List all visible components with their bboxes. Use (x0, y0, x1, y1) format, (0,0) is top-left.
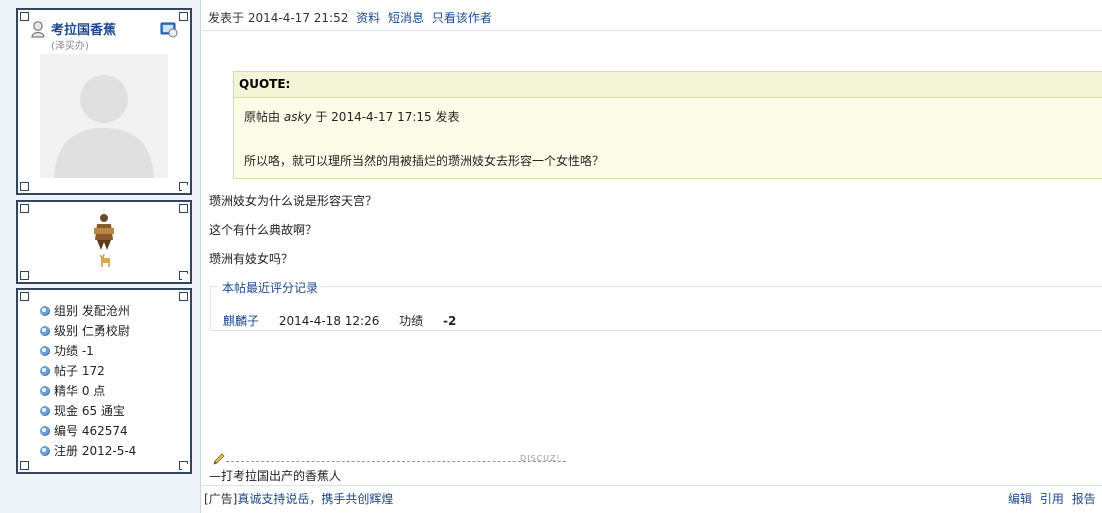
frame-corner (20, 182, 29, 191)
warrior-medal-icon (94, 214, 114, 250)
signature: —打考拉国出产的香蕉人 (209, 469, 342, 483)
discuz-mark: DISCUZ! (520, 454, 561, 463)
frame-corner (20, 461, 29, 470)
bullet-icon (40, 366, 50, 376)
bullet-icon (40, 386, 50, 396)
message-icon[interactable] (160, 20, 178, 38)
username-link[interactable]: 考拉国香蕉 (51, 19, 116, 38)
quote-origin: 原帖由 asky 于 2014-4-17 17:15 发表 (244, 110, 460, 124)
quote-link[interactable]: 引用 (1040, 492, 1064, 506)
bullet-icon (40, 426, 50, 436)
stat-digest: 精华 0 点 (40, 381, 105, 401)
signature-divider (226, 461, 566, 462)
post-meta: 发表于 2014-4-17 21:52 资料 短消息 只看该作者 (208, 9, 492, 26)
bullet-icon (40, 446, 50, 456)
frame-corner (20, 271, 29, 280)
post-line: 瓒洲妓女为什么说是形容天宫？ (209, 194, 378, 208)
frame-corner (179, 461, 188, 470)
frame-corner (20, 292, 29, 301)
pencil-icon (213, 453, 225, 465)
bullet-icon (40, 326, 50, 336)
rating-legend: 本帖最近评分记录 (219, 279, 322, 296)
rating-score: -2 (443, 314, 457, 328)
quote-body: 所以咯，就可以理所当然的用被插烂的瓒洲妓女去形容一个女性咯？ (244, 154, 605, 168)
stat-cash: 现金 65 通宝 (40, 401, 125, 421)
frame-corner (20, 12, 29, 21)
quote-origin-user: asky (283, 110, 312, 124)
divider (200, 485, 1102, 486)
rating-record: 本帖最近评分记录 麒麟子 2014-4-18 12:26 功绩 -2 (210, 279, 1102, 331)
frame-corner (20, 204, 29, 213)
user-sidebar: 考拉国香蕉 (泽买办) 组别 发配沧州 级别 仁勇校尉 功绩 -1 帖子 172… (0, 0, 201, 513)
rating-row: 麒麟子 2014-4-18 12:26 功绩 -2 (223, 312, 472, 329)
divider (200, 30, 1102, 31)
ad-bar: [广告]真诚支持说岳，携手共创辉煌 (204, 490, 393, 507)
ad-prefix: [广告] (204, 492, 238, 506)
rating-time: 2014-4-18 12:26 (278, 314, 380, 328)
avatar (40, 54, 168, 178)
edit-link[interactable]: 编辑 (1008, 492, 1032, 506)
rating-user-link[interactable]: 麒麟子 (223, 314, 259, 328)
user-profile-card: 考拉国香蕉 (泽买办) (16, 8, 192, 195)
stat-merit: 功绩 -1 (40, 341, 94, 361)
frame-corner (179, 292, 188, 301)
frame-corner (179, 204, 188, 213)
profile-link[interactable]: 资料 (356, 11, 380, 25)
user-stats-card: 组别 发配沧州 级别 仁勇校尉 功绩 -1 帖子 172 精华 0 点 现金 6… (16, 288, 192, 474)
deer-medal-icon (99, 253, 110, 267)
bullet-icon (40, 346, 50, 356)
stat-level: 级别 仁勇校尉 (40, 321, 130, 341)
report-link[interactable]: 报告 (1072, 492, 1096, 506)
stat-posts: 帖子 172 (40, 361, 105, 381)
only-author-link[interactable]: 只看该作者 (432, 11, 492, 25)
stat-registered: 注册 2012-5-4 (40, 441, 136, 461)
stat-group: 组别 发配沧州 (40, 301, 130, 321)
message-link[interactable]: 短消息 (388, 11, 424, 25)
frame-corner (179, 271, 188, 280)
post-actions: 编辑 引用 报告 λ (1008, 490, 1102, 507)
ad-link[interactable]: 真诚支持说岳，携手共创辉煌 (237, 492, 393, 506)
bullet-icon (40, 306, 50, 316)
user-title: (泽买办) (51, 41, 89, 52)
post-line: 这个有什么典故啊？ (209, 223, 318, 237)
frame-corner (179, 182, 188, 191)
rating-category: 功绩 (399, 314, 424, 328)
quote-block: QUOTE: 原帖由 asky 于 2014-4-17 17:15 发表 所以咯… (233, 71, 1102, 179)
posted-time: 2014-4-17 21:52 (247, 11, 349, 25)
medal-card (16, 200, 192, 284)
frame-corner (179, 12, 188, 21)
post-line: 瓒洲有妓女吗？ (209, 252, 294, 266)
quote-title: QUOTE: (234, 72, 1102, 98)
user-icon (31, 21, 45, 38)
stat-uid: 编号 462574 (40, 421, 128, 441)
posted-prefix: 发表于 (208, 11, 245, 25)
bullet-icon (40, 406, 50, 416)
